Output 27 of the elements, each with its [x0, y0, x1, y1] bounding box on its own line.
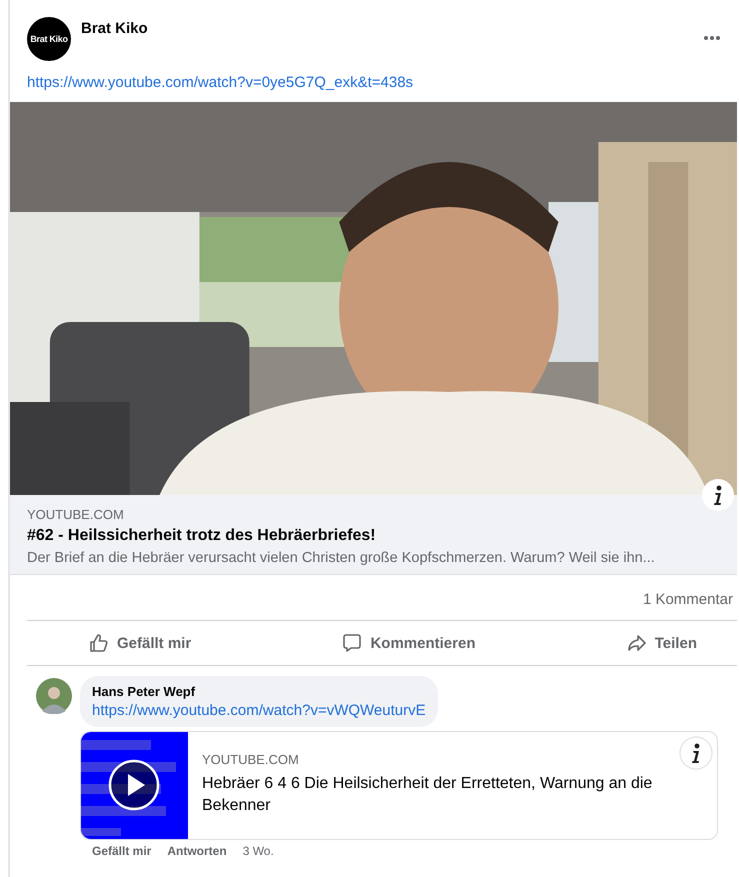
- play-button-icon[interactable]: [108, 759, 160, 811]
- share-arrow-icon: [626, 633, 647, 653]
- comment-time[interactable]: 3 Wo.: [242, 844, 274, 858]
- comment-author[interactable]: Hans Peter Wepf: [92, 684, 426, 699]
- avatar[interactable]: [36, 678, 72, 714]
- speech-bubble-icon: [342, 633, 362, 653]
- link-preview-info[interactable]: YOUTUBE.COM #62 - Heilssicherheit trotz des Hebräerbriefes! Der Brief an die Hebräer verursacht vielen Christen große Kopfschmerzen. Warum? Weil sie ihn...: [10, 495, 737, 575]
- thumbs-up-icon: [89, 633, 109, 653]
- info-icon[interactable]: [679, 736, 713, 770]
- comment-count[interactable]: 1 Kommentar: [642, 591, 733, 608]
- more-icon[interactable]: [703, 35, 721, 41]
- preview-title: #62 - Heilssicherheit trotz des Hebräerbriefes!: [27, 527, 377, 545]
- comment-action[interactable]: Antworten: [167, 844, 227, 858]
- info-icon[interactable]: [701, 478, 735, 512]
- preview-domain: YOUTUBE.COM: [27, 507, 125, 522]
- avatar[interactable]: Brat Kiko: [27, 17, 71, 61]
- preview-description: Der Brief an die Hebräer verursacht vielen Christen große Kopfschmerzen. Warum? Weil sie ihn...: [27, 550, 656, 566]
- comment-action[interactable]: Kommentieren: [342, 625, 476, 661]
- like-action[interactable]: Gefällt mir: [89, 625, 192, 661]
- preview-title: Hebräer 6 4 6 Die Heilsicherheit der Erretteten, Warnung an die Bekenner: [202, 774, 654, 816]
- link-preview-card[interactable]: YOUTUBE.COM Hebräer 6 4 6 Die Heilsicherheit der Erretteten, Warnung an die Bekenner: [80, 731, 718, 840]
- comment-link[interactable]: https://www.youtube.com/watch?v=vWQWeuturvE: [92, 702, 426, 719]
- comment-action[interactable]: Gefällt mir: [92, 844, 152, 858]
- share-action[interactable]: Teilen: [626, 625, 697, 661]
- post-link[interactable]: https://www.youtube.com/watch?v=0ye5G7Q_exk&t=438s: [27, 74, 414, 91]
- author-name[interactable]: Brat Kiko: [81, 20, 148, 37]
- preview-domain: YOUTUBE.COM: [202, 752, 300, 767]
